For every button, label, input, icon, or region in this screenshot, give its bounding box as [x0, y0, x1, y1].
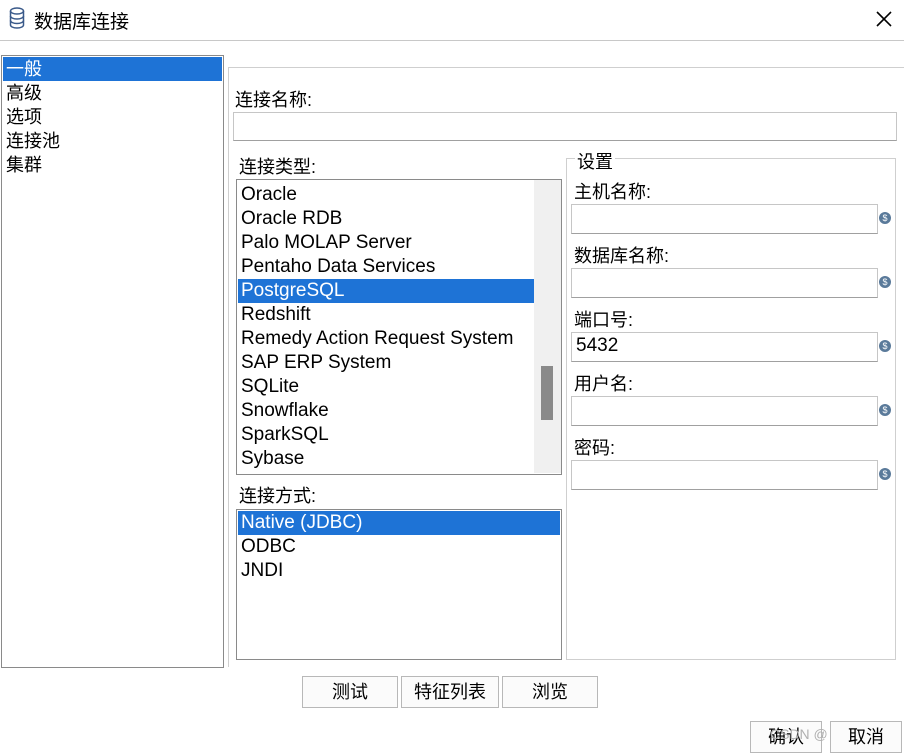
test-button[interactable]: 测试 [302, 676, 398, 708]
scrollbar-thumb[interactable] [541, 366, 553, 420]
nav-item-clustering[interactable]: 集群 [3, 153, 222, 177]
title-bar: 数据库连接 [0, 0, 904, 41]
list-item[interactable]: Palo MOLAP Server [238, 231, 534, 255]
feature-list-button[interactable]: 特征列表 [401, 676, 499, 708]
connection-type-list[interactable]: Oracle Oracle RDB Palo MOLAP Server Pent… [236, 179, 562, 475]
variable-icon[interactable]: $ [879, 212, 891, 224]
connection-method-label: 连接方式: [239, 486, 317, 506]
list-item[interactable]: Snowflake [238, 399, 534, 423]
list-item[interactable]: Redshift [238, 303, 534, 327]
connection-method-list[interactable]: Native (JDBC) ODBC JNDI [236, 509, 562, 660]
list-item[interactable]: ODBC [238, 535, 560, 559]
database-icon [9, 7, 25, 29]
port-input[interactable]: 5432 [571, 332, 878, 362]
password-input[interactable] [571, 460, 878, 490]
username-label: 用户名: [574, 374, 634, 394]
watermark: CSDN @ [770, 726, 828, 742]
connection-name-label: 连接名称: [235, 90, 313, 110]
list-item[interactable]: SAP ERP System [238, 351, 534, 375]
list-item[interactable]: SparkSQL [238, 423, 534, 447]
list-item[interactable]: Oracle [238, 183, 534, 207]
list-item[interactable]: Remedy Action Request System [238, 327, 534, 351]
port-label: 端口号: [574, 310, 634, 330]
connection-type-label: 连接类型: [239, 157, 317, 177]
variable-icon[interactable]: $ [879, 404, 891, 416]
settings-nav: 一般 高级 选项 连接池 集群 [1, 55, 224, 668]
connection-name-input[interactable] [233, 112, 897, 141]
list-item[interactable]: Oracle RDB [238, 207, 534, 231]
browse-button[interactable]: 浏览 [502, 676, 598, 708]
password-label: 密码: [574, 438, 616, 458]
list-item-selected[interactable]: PostgreSQL [238, 279, 534, 303]
nav-item-general[interactable]: 一般 [3, 57, 222, 81]
list-item[interactable]: Sybase [238, 447, 534, 471]
username-input[interactable] [571, 396, 878, 426]
close-icon[interactable] [870, 5, 898, 33]
settings-group-title: 设置 [575, 148, 615, 174]
host-label: 主机名称: [574, 182, 652, 202]
nav-item-advanced[interactable]: 高级 [3, 81, 222, 105]
list-item[interactable]: SQLite [238, 375, 534, 399]
variable-icon[interactable]: $ [879, 468, 891, 480]
window-title: 数据库连接 [34, 12, 130, 33]
database-name-input[interactable] [571, 268, 878, 298]
list-item[interactable]: JNDI [238, 559, 560, 583]
connection-type-scrollbar[interactable] [534, 180, 561, 473]
nav-item-pooling[interactable]: 连接池 [3, 129, 222, 153]
cancel-button[interactable]: 取消 [830, 721, 902, 753]
variable-icon[interactable]: $ [879, 276, 891, 288]
variable-icon[interactable]: $ [879, 340, 891, 352]
list-item-selected[interactable]: Native (JDBC) [238, 511, 560, 535]
host-input[interactable] [571, 204, 878, 234]
database-name-label: 数据库名称: [574, 246, 670, 266]
nav-item-options[interactable]: 选项 [3, 105, 222, 129]
list-item[interactable]: Pentaho Data Services [238, 255, 534, 279]
